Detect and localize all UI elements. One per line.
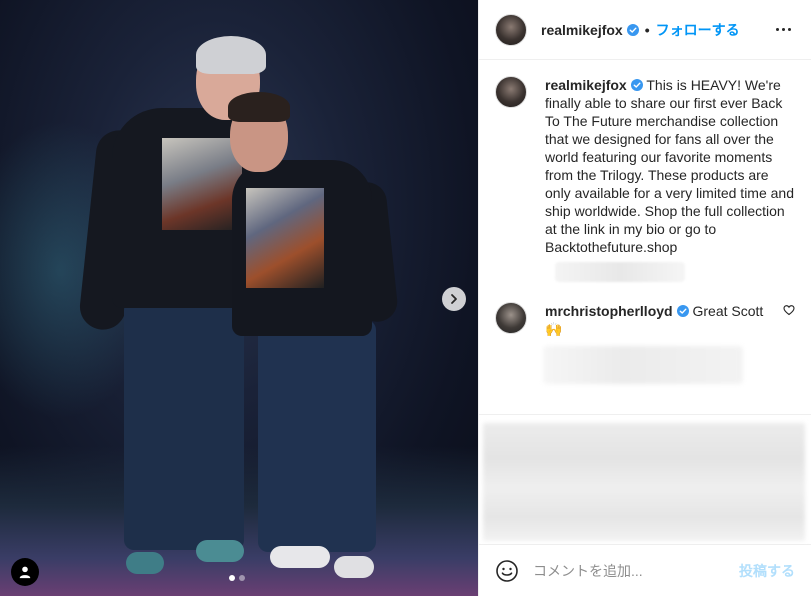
instagram-post: realmikejfox • フォローする realmikejfox This … <box>0 0 811 596</box>
photo-person-left-legs <box>124 300 244 550</box>
carousel-dot-active <box>229 575 235 581</box>
caption-text: This is HEAVY! We're finally able to sha… <box>545 77 795 255</box>
commenter-username[interactable]: mrchristopherlloyd <box>545 303 673 319</box>
carousel-indicator <box>229 575 245 581</box>
post-caption: realmikejfox This is HEAVY! We're finall… <box>495 76 795 256</box>
blurred-caption-meta <box>555 262 685 282</box>
post-side-panel: realmikejfox • フォローする realmikejfox This … <box>478 0 811 596</box>
photo-person-right-legs <box>258 320 376 552</box>
more-dot <box>781 28 785 31</box>
post-actions-area <box>479 414 811 544</box>
commenter-avatar[interactable] <box>495 302 527 334</box>
caption-body: realmikejfox This is HEAVY! We're finall… <box>545 76 795 256</box>
photo-shoe <box>334 556 374 578</box>
caption-author-avatar[interactable] <box>495 76 527 108</box>
more-options-button[interactable] <box>771 28 795 31</box>
emoji-icon[interactable] <box>495 559 519 583</box>
photo-shirt-print-left <box>162 138 242 230</box>
blurred-comment-meta <box>543 346 743 384</box>
photo-person-right-hair <box>228 92 290 122</box>
follow-button[interactable]: フォローする <box>656 20 740 40</box>
verified-badge-icon <box>630 79 643 91</box>
carousel-next-button[interactable] <box>442 287 466 311</box>
blurred-actions-and-likes <box>483 423 805 541</box>
post-photo[interactable] <box>0 0 478 596</box>
header-separator: • <box>644 21 650 38</box>
comments-section: realmikejfox This is HEAVY! We're finall… <box>479 60 811 414</box>
post-header: realmikejfox • フォローする <box>479 0 811 60</box>
verified-badge-icon <box>676 305 689 317</box>
like-comment-heart-icon[interactable] <box>783 304 795 316</box>
verified-badge-icon <box>626 23 639 36</box>
photo-shoe <box>270 546 330 568</box>
photo-shoe <box>126 552 164 574</box>
chevron-right-icon <box>451 294 457 304</box>
tagged-users-button[interactable] <box>11 558 39 586</box>
more-dot <box>787 28 791 31</box>
post-comment-button[interactable]: 投稿する <box>739 561 795 581</box>
caption-username[interactable]: realmikejfox <box>545 77 627 93</box>
comment-body: mrchristopherlloyd Great Scott 🙌 <box>545 302 781 338</box>
carousel-dot <box>239 575 245 581</box>
user-tag-icon <box>19 566 31 579</box>
comment-input[interactable] <box>533 562 723 579</box>
photo-person-left-hair <box>196 36 266 74</box>
more-dot <box>775 28 779 31</box>
comment-item: mrchristopherlloyd Great Scott 🙌 <box>495 302 795 338</box>
author-avatar[interactable] <box>495 13 527 46</box>
author-username[interactable]: realmikejfox <box>541 22 623 38</box>
photo-shirt-print-right <box>246 188 324 288</box>
photo-shoe <box>196 540 244 562</box>
add-comment-bar: 投稿する <box>479 544 811 596</box>
